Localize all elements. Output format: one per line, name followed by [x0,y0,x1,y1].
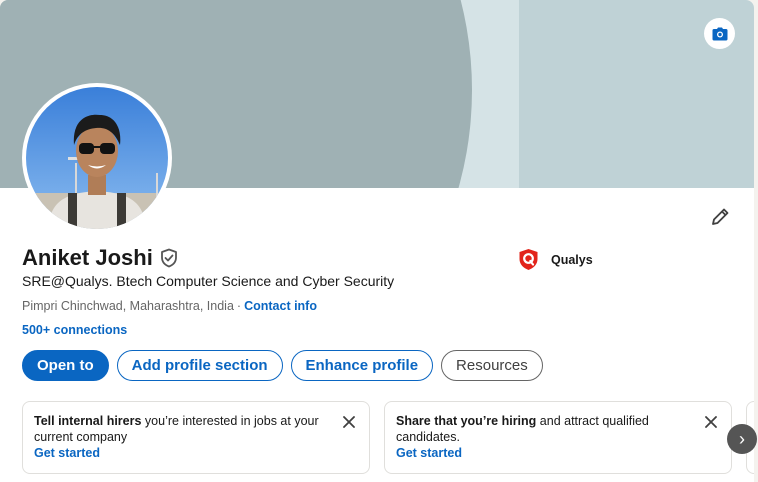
contact-info-link[interactable]: Contact info [244,299,317,313]
close-icon [343,416,355,428]
suggestion-bold: Share that you’re hiring [396,414,537,428]
get-started-link[interactable]: Get started [34,445,333,461]
suggestion-text: Tell internal hirers you’re interested i… [34,413,333,445]
open-to-button[interactable]: Open to [22,350,109,381]
connections-link[interactable]: 500+ connections [22,323,127,337]
dismiss-button[interactable] [339,412,359,432]
qualys-logo-icon [519,249,538,270]
suggestion-card-hiring: Share that you’re hiring and attract qua… [384,401,732,474]
get-started-link[interactable]: Get started [396,445,695,461]
profile-photo [26,87,168,229]
location-row: Pimpri Chinchwad, Maharashtra, India · Con… [22,299,317,313]
profile-card: Aniket Joshi SRE@Qualys. Btech Computer … [0,0,754,482]
enhance-profile-button[interactable]: Enhance profile [290,350,434,381]
carousel-next-button[interactable]: › [727,424,757,454]
camera-icon [712,27,727,40]
add-profile-section-button[interactable]: Add profile section [116,350,283,381]
edit-intro-button[interactable] [704,201,736,233]
edit-background-button[interactable] [704,18,735,49]
company-name: Qualys [551,252,593,267]
suggestion-bold: Tell internal hirers [34,414,142,428]
separator: · [236,299,242,313]
location: Pimpri Chinchwad, Maharashtra, India [22,299,234,313]
chevron-right-icon: › [739,428,745,449]
profile-name: Aniket Joshi [22,245,153,270]
pencil-icon [712,208,729,225]
avatar[interactable] [22,83,172,233]
headline: SRE@Qualys. Btech Computer Science and C… [22,273,395,289]
suggestion-card-internal-hirers: Tell internal hirers you’re interested i… [22,401,370,474]
suggestion-text: Share that you’re hiring and attract qua… [396,413,695,445]
verified-shield-icon[interactable] [159,248,179,268]
profile-actions: Open to Add profile section Enhance prof… [22,350,543,381]
close-icon [705,416,717,428]
name-row: Aniket Joshi [22,245,179,271]
current-company[interactable]: Qualys [518,248,593,271]
dismiss-button[interactable] [701,412,721,432]
resources-button[interactable]: Resources [441,350,543,381]
